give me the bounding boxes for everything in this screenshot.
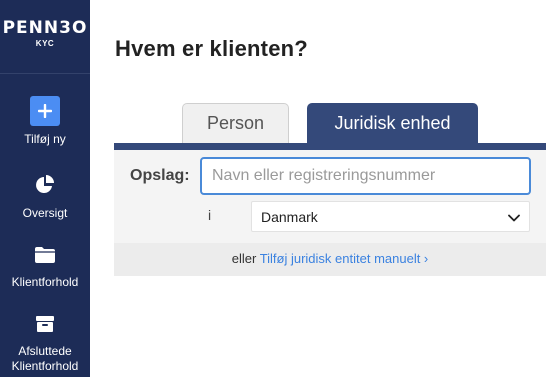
sidebar-item-label-line2: Klientforhold	[11, 359, 79, 373]
tab-label: Person	[206, 113, 265, 133]
sidebar-item-overview[interactable]: Oversigt	[0, 174, 90, 221]
lookup-label: Opslag:	[130, 167, 190, 184]
country-prefix-label: i	[208, 207, 212, 223]
pie-chart-icon	[0, 174, 90, 201]
sidebar-item-label: Tilføj ny	[24, 132, 66, 146]
manual-add-prefix: eller	[231, 251, 257, 266]
tab-underline-bar	[114, 143, 546, 150]
plus-icon	[30, 96, 60, 126]
sidebar-item-label: Klientforhold	[11, 275, 79, 289]
tab-person[interactable]: Person	[182, 103, 289, 143]
page-title: Hvem er klienten?	[115, 36, 308, 61]
tab-legal-entity[interactable]: Juridisk enhed	[307, 103, 478, 143]
sidebar-item-client-relations[interactable]: Klientforhold	[0, 245, 90, 290]
brand-sub: KYC	[35, 39, 55, 48]
country-select[interactable]: Danmark	[251, 201, 530, 232]
brand-logo[interactable]: PENN3O KYC	[0, 18, 90, 48]
sidebar-item-add-new[interactable]: Tilføj ny	[0, 96, 90, 147]
chevron-down-icon	[508, 209, 520, 225]
manual-add-row: eller Tilføj juridisk entitet manuelt ›	[114, 251, 546, 266]
archive-icon	[0, 314, 90, 339]
sidebar-divider	[0, 73, 90, 74]
brand-name: PENN3O	[2, 18, 88, 38]
sidebar-item-label-line1: Afsluttede	[18, 344, 72, 358]
folder-icon	[0, 245, 90, 270]
search-input[interactable]	[200, 157, 531, 195]
country-selected-value: Danmark	[261, 208, 318, 225]
sidebar-item-closed-client-relations[interactable]: Afsluttede Klientforhold	[0, 314, 90, 374]
tab-label: Juridisk enhed	[334, 112, 451, 133]
sidebar: PENN3O KYC Tilføj ny Oversigt Klientforh…	[0, 0, 90, 377]
sidebar-item-label: Oversigt	[22, 206, 68, 220]
add-legal-entity-manually-link[interactable]: Tilføj juridisk entitet manuelt ›	[260, 251, 429, 266]
